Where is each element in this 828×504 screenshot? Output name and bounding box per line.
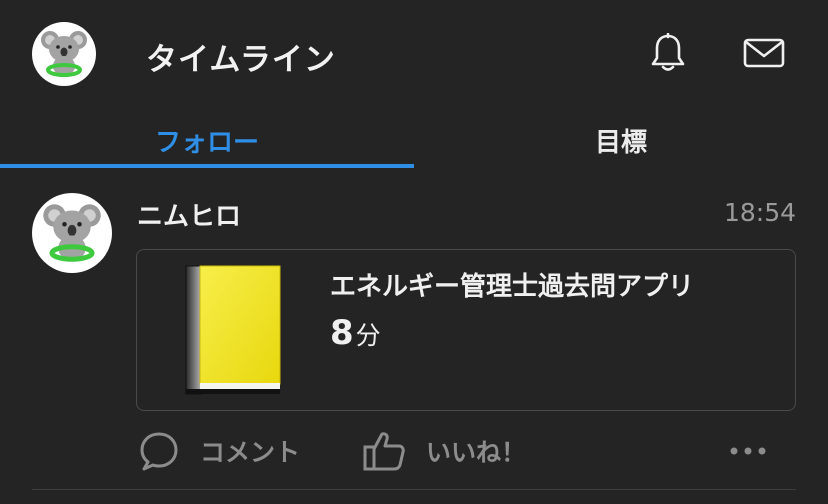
post-divider (32, 489, 796, 490)
more-button[interactable] (728, 427, 788, 475)
active-tab-indicator (0, 164, 414, 168)
duration-unit: 分 (355, 321, 381, 350)
thumbs-up-icon (363, 432, 405, 471)
messages-button[interactable] (742, 31, 786, 75)
comment-label: コメント (200, 438, 301, 467)
tab-follow[interactable]: フォロー (0, 113, 414, 167)
comment-icon (140, 432, 178, 471)
yellow-book-icon (185, 265, 281, 399)
comment-button[interactable]: コメント (138, 427, 300, 475)
koala-avatar-icon (43, 204, 101, 262)
like-label: いいね！ (426, 438, 527, 467)
post-username[interactable]: ニムヒロ (137, 196, 241, 233)
more-dots-icon (730, 447, 766, 455)
mail-icon (743, 38, 785, 68)
post-avatar[interactable] (32, 193, 112, 273)
page-title: タイムライン (146, 42, 336, 78)
card-title: エネルギー管理士過去問アプリ (330, 272, 695, 302)
card-duration: 8分 (330, 313, 381, 353)
like-button[interactable]: いいね！ (362, 427, 526, 475)
duration-value: 8 (330, 313, 354, 353)
header-avatar[interactable] (32, 22, 96, 86)
koala-avatar-icon (41, 31, 87, 77)
bell-icon (651, 33, 685, 71)
notifications-button[interactable] (646, 31, 690, 75)
post-time: 18:54 (723, 198, 796, 227)
tab-goal[interactable]: 目標 (414, 113, 828, 167)
